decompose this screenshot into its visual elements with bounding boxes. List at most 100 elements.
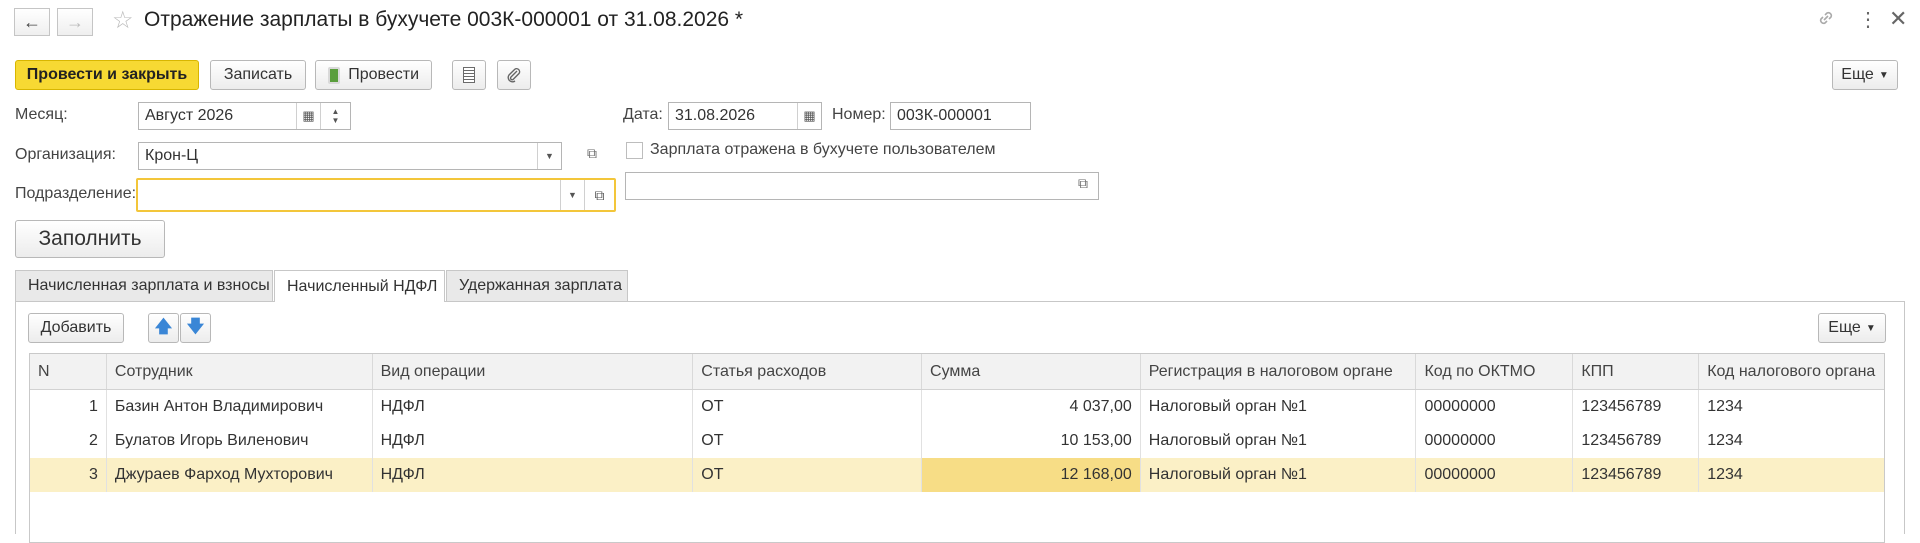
date-label: Дата:	[623, 106, 663, 123]
cell-n: 3	[30, 458, 107, 492]
cell-amount-active[interactable]: 12 168,00	[922, 458, 1141, 492]
cell-expense: ОТ	[693, 390, 923, 424]
column-header-tax-registration[interactable]: Регистрация в налоговом органе	[1141, 354, 1417, 389]
report-button[interactable]	[452, 60, 486, 90]
month-stepper[interactable]: ▲ ▼	[320, 103, 350, 129]
month-field[interactable]: Август 2026 ▦ ▲ ▼	[138, 102, 351, 130]
cell-tax-authority-code: 1234	[1707, 398, 1743, 415]
move-down-button[interactable]: 🡇	[180, 313, 211, 343]
calendar-button[interactable]: ▦	[296, 103, 320, 129]
forward-button[interactable]: →	[57, 8, 93, 36]
paperclip-icon	[507, 68, 521, 83]
cell-tax-authority-code: 1234	[1707, 432, 1743, 449]
post-document-icon	[328, 66, 341, 84]
organization-value: Крон-Ц	[145, 147, 199, 164]
add-button[interactable]: Добавить	[28, 313, 124, 343]
number-value: 003К-000001	[897, 107, 992, 124]
column-header-kpp[interactable]: КПП	[1573, 354, 1700, 389]
cell-kpp: 123456789	[1573, 424, 1700, 458]
cell-tax-registration: Налоговый орган №1	[1141, 424, 1417, 458]
cell-operation: НДФЛ	[373, 458, 694, 492]
organization-open-button[interactable]: ⧉	[587, 145, 597, 162]
month-value: Август 2026	[145, 107, 234, 124]
post-button-label: Провести	[348, 66, 419, 83]
cell-operation: НДФЛ	[373, 390, 694, 424]
step-down-icon: ▼	[331, 116, 340, 125]
date-calendar-button[interactable]: ▦	[797, 103, 821, 129]
step-up-icon: ▲	[331, 107, 340, 116]
back-button[interactable]: ←	[14, 8, 50, 36]
attach-button[interactable]	[497, 60, 531, 90]
cell-expense: ОТ	[693, 458, 923, 492]
cell-employee: Базин Антон Владимирович	[107, 390, 373, 424]
column-header-n[interactable]: N	[30, 354, 107, 389]
column-header-operation[interactable]: Вид операции	[373, 354, 694, 389]
fill-button[interactable]: Заполнить	[15, 220, 165, 258]
link-icon[interactable]	[1816, 8, 1836, 33]
table-header: N Сотрудник Вид операции Статья расходов…	[30, 354, 1884, 390]
subdivision-dropdown-button[interactable]: ▼	[560, 180, 584, 210]
user-field[interactable]	[625, 172, 1099, 200]
organization-dropdown-button[interactable]: ▼	[537, 143, 561, 169]
column-header-oktmo[interactable]: Код по ОКТМО	[1416, 354, 1574, 389]
move-up-button[interactable]: 🡅	[148, 313, 179, 343]
number-label: Номер:	[832, 106, 886, 123]
month-label: Месяц:	[15, 106, 68, 123]
dropdown-icon: ▼	[1878, 69, 1889, 81]
column-header-employee[interactable]: Сотрудник	[107, 354, 373, 389]
tab-accrued-salary[interactable]: Начисленная зарплата и взносы	[15, 270, 273, 301]
cell-oktmo: 00000000	[1416, 458, 1574, 492]
post-and-close-button[interactable]: Провести и закрыть	[15, 60, 199, 90]
more-vertical-icon[interactable]: ⋮	[1858, 7, 1878, 32]
subdivision-open-button[interactable]: ⧉	[584, 180, 614, 210]
table-row[interactable]: 2 Булатов Игорь Виленович НДФЛ ОТ 10 153…	[30, 424, 1884, 458]
cell-tax-registration: Налоговый орган №1	[1141, 390, 1417, 424]
user-open-button[interactable]: ⧉	[1078, 175, 1088, 192]
column-header-tax-authority-code[interactable]: Код налогового органа	[1699, 354, 1884, 389]
cell-tax-authority-code: 1234	[1707, 466, 1743, 483]
cell-amount: 4 037,00	[922, 390, 1141, 424]
post-button[interactable]: Провести	[315, 60, 432, 90]
cell-n: 2	[30, 424, 107, 458]
open-window-icon: ⧉	[1078, 175, 1088, 191]
favorite-star-icon[interactable]: ☆	[112, 6, 134, 35]
page-title: Отражение зарплаты в бухучете 003К-00000…	[144, 8, 744, 31]
calendar-icon: ▦	[302, 108, 315, 123]
cell-operation: НДФЛ	[373, 424, 694, 458]
cell-kpp: 123456789	[1573, 458, 1700, 492]
tab-withheld-salary[interactable]: Удержанная зарплата	[446, 270, 628, 301]
cell-employee: Джураев Фарход Мухторович	[107, 458, 373, 492]
open-window-icon: ⧉	[587, 145, 597, 161]
arrow-down-icon: 🡇	[186, 316, 205, 336]
save-button[interactable]: Записать	[210, 60, 306, 90]
cell-amount: 10 153,00	[922, 424, 1141, 458]
organization-label: Организация:	[15, 146, 116, 163]
cell-oktmo: 00000000	[1416, 390, 1574, 424]
table-row-selected[interactable]: 3 Джураев Фарход Мухторович НДФЛ ОТ 12 1…	[30, 458, 1884, 492]
document-list-icon	[463, 67, 475, 83]
number-field[interactable]: 003К-000001	[890, 102, 1031, 130]
cell-oktmo: 00000000	[1416, 424, 1574, 458]
reflected-by-user-label: Зарплата отражена в бухучете пользовател…	[650, 141, 996, 158]
table-more-label: Еще	[1828, 319, 1861, 336]
table-empty-area	[30, 492, 1884, 542]
more-button[interactable]: Еще ▼	[1832, 60, 1898, 90]
chevron-down-icon: ▼	[545, 151, 554, 161]
date-field[interactable]: 31.08.2026 ▦	[668, 102, 822, 130]
chevron-down-icon: ▼	[568, 190, 577, 200]
table-row[interactable]: 1 Базин Антон Владимирович НДФЛ ОТ 4 037…	[30, 390, 1884, 424]
close-icon[interactable]: ✕	[1889, 6, 1907, 32]
cell-expense: ОТ	[693, 424, 923, 458]
tab-accrued-ndfl[interactable]: Начисленный НДФЛ	[274, 270, 445, 302]
organization-field[interactable]: Крон-Ц ▼	[138, 142, 562, 170]
reflected-by-user-checkbox[interactable]	[626, 142, 643, 159]
cell-employee: Булатов Игорь Виленович	[107, 424, 373, 458]
column-header-expense[interactable]: Статья расходов	[693, 354, 923, 389]
arrow-right-icon: →	[66, 11, 84, 32]
calendar-icon: ▦	[803, 108, 816, 123]
column-header-amount[interactable]: Сумма	[922, 354, 1141, 389]
subdivision-field[interactable]: ▼ ⧉	[136, 178, 616, 212]
arrow-left-icon: ←	[23, 11, 41, 32]
ndfl-table: N Сотрудник Вид операции Статья расходов…	[29, 353, 1885, 543]
table-more-button[interactable]: Еще ▼	[1818, 313, 1886, 343]
